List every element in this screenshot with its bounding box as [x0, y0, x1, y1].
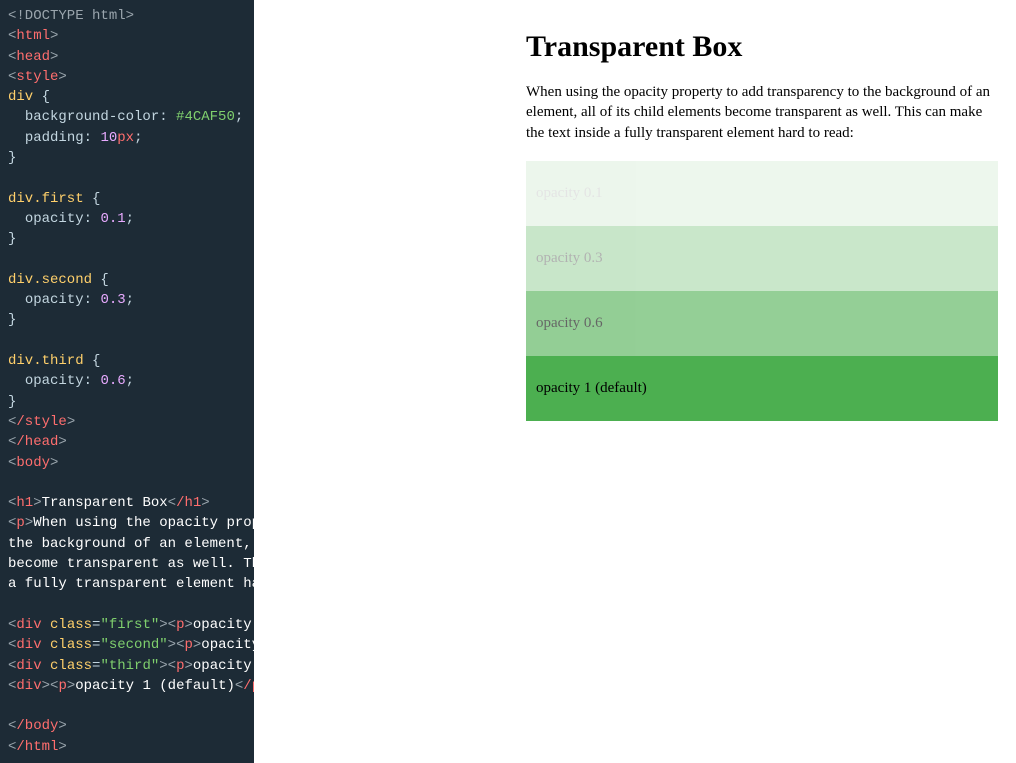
preview-pane[interactable]: Transparent Box When using the opacity p… — [508, 0, 1016, 683]
code-pad-prop: padding — [25, 130, 84, 146]
code-box1-text: opacity 0.1 — [193, 617, 254, 633]
code-sel-first: div.first — [8, 191, 84, 207]
code-tag-div1: div — [16, 617, 41, 633]
code-tag-h1-close: /h1 — [176, 495, 201, 511]
code-tag-body-close: /body — [16, 718, 58, 734]
code-pad-unit: px — [117, 130, 134, 146]
opacity-box-06: opacity 0.6 — [526, 291, 998, 356]
code-p-line3: become transparent as well. This can mak… — [8, 556, 254, 572]
code-pane-wrap: <!DOCTYPE html> <html> <head> <style> di… — [0, 0, 508, 683]
opacity-box-03-label: opacity 0.3 — [536, 250, 988, 267]
code-pad-num: 10 — [100, 130, 117, 146]
code-bg-prop: background-color — [25, 109, 159, 125]
opacity-box-10: opacity 1 (default) — [526, 356, 998, 421]
code-opacity-prop-3: opacity — [25, 373, 84, 389]
code-opacity-prop-2: opacity — [25, 292, 84, 308]
code-attr-first: "first" — [100, 617, 159, 633]
code-p-line2: the background of an element, all of its… — [8, 536, 254, 552]
code-tag-style-close: /style — [16, 414, 66, 430]
code-tag-html-open: html — [16, 28, 50, 44]
code-sel-third: div.third — [8, 353, 84, 369]
opacity-box-01: opacity 0.1 — [526, 161, 998, 226]
opacity-box-01-label: opacity 0.1 — [536, 185, 988, 202]
code-tag-head-close: /head — [16, 434, 58, 450]
code-bg-val: #4CAF50 — [176, 109, 235, 125]
code-tag-head-open: head — [16, 49, 50, 65]
code-tag-body-open: body — [16, 455, 50, 471]
code-box4-text: opacity 1 (default) — [75, 678, 235, 694]
preview-description: When using the opacity property to add t… — [526, 82, 998, 143]
code-p-line1: When using the opacity property to add t… — [33, 515, 254, 531]
code-h1-text: Transparent Box — [42, 495, 168, 511]
code-box3-text: opacity 0.6 — [193, 658, 254, 674]
code-attr-third: "third" — [100, 658, 159, 674]
code-attr-class-3: class — [50, 658, 92, 674]
code-tag-html-close: /html — [16, 739, 58, 755]
code-attr-class-2: class — [50, 637, 92, 653]
code-opacity-03: 0.3 — [100, 292, 125, 308]
code-attr-class-1: class — [50, 617, 92, 633]
code-tag-div3: div — [16, 658, 41, 674]
code-tag-div4: div — [16, 678, 41, 694]
code-sel-div: div — [8, 89, 33, 105]
code-doctype: <!DOCTYPE html> — [8, 8, 134, 24]
code-opacity-prop-1: opacity — [25, 211, 84, 227]
code-attr-second: "second" — [100, 637, 167, 653]
code-tag-p-open: p — [16, 515, 24, 531]
code-p-line4: a fully transparent element hard to read… — [8, 576, 254, 592]
split-view: <!DOCTYPE html> <html> <head> <style> di… — [0, 0, 1016, 683]
code-box2-text: opacity 0.3 — [201, 637, 254, 653]
code-opacity-01: 0.1 — [100, 211, 125, 227]
code-tag-style-open: style — [16, 69, 58, 85]
code-tag-h1-open: h1 — [16, 495, 33, 511]
opacity-box-03: opacity 0.3 — [526, 226, 998, 291]
code-sel-second: div.second — [8, 272, 92, 288]
code-tag-div2: div — [16, 637, 41, 653]
code-opacity-06: 0.6 — [100, 373, 125, 389]
code-editor[interactable]: <!DOCTYPE html> <html> <head> <style> di… — [0, 0, 254, 763]
opacity-box-06-label: opacity 0.6 — [536, 315, 988, 332]
preview-heading: Transparent Box — [526, 30, 998, 64]
opacity-box-10-label: opacity 1 (default) — [536, 380, 988, 397]
